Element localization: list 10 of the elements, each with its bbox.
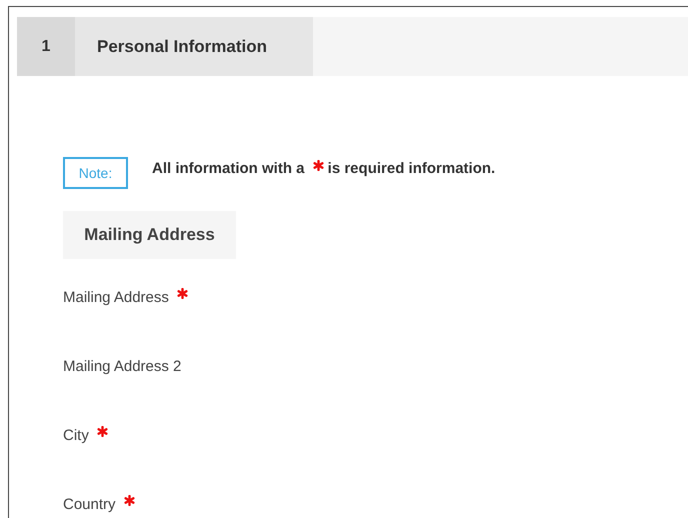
required-icon bbox=[312, 160, 324, 171]
note-text: All information with a is required information. bbox=[152, 159, 496, 177]
step-number: 1 bbox=[17, 17, 75, 76]
section-heading: Mailing Address bbox=[63, 211, 236, 259]
step-title: Personal Information bbox=[75, 17, 313, 76]
field-label: City bbox=[63, 426, 112, 445]
field-label: Mailing Address 2 bbox=[63, 357, 182, 376]
note-tag: Note: bbox=[63, 157, 128, 189]
field-label: Mailing Address bbox=[63, 288, 192, 307]
field-label: Country bbox=[63, 495, 139, 514]
